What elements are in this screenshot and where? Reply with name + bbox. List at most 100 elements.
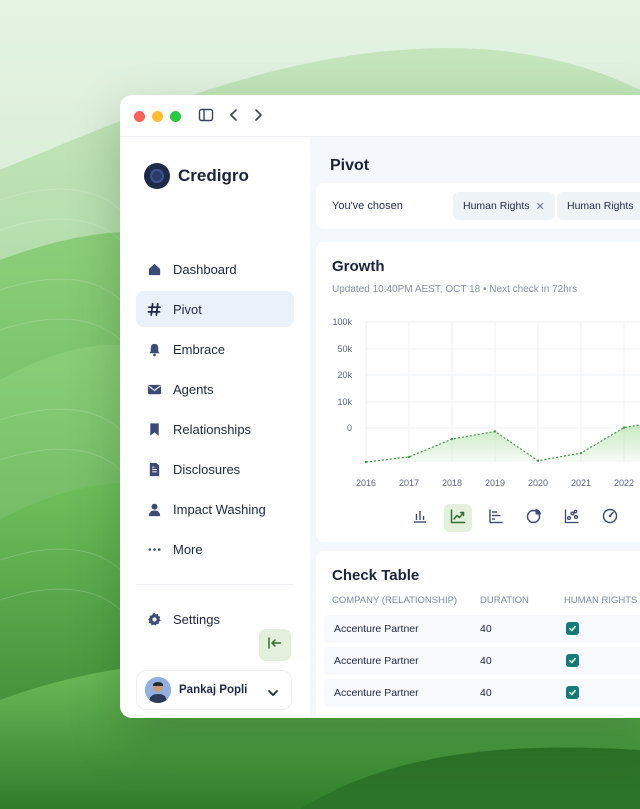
- sidebar-item-label: Settings: [173, 611, 220, 627]
- sidebar-nav: Dashboard Pivot Embrace Agents Relations…: [136, 251, 294, 571]
- horizontal-bar-button[interactable]: [482, 504, 510, 532]
- sidebar-item-label: Embrace: [173, 341, 226, 357]
- scatter-chart-icon: [564, 508, 580, 529]
- sidebar-toggle-icon[interactable]: [198, 107, 214, 128]
- filter-bar: You've chosen Human Rights ✕ Human Right…: [316, 183, 640, 229]
- data-point: [579, 451, 583, 455]
- trending-line-icon: [450, 508, 466, 529]
- column-header-human-rights[interactable]: HUMAN RIGHTS: [564, 595, 637, 606]
- series-area: [366, 424, 640, 462]
- growth-title: Growth: [332, 258, 385, 275]
- brand-logo-icon: [144, 163, 170, 189]
- table-row[interactable]: Accenture Partner 40: [324, 679, 640, 707]
- chip-label: Human Rights: [567, 200, 634, 212]
- sidebar-item-embrace[interactable]: Embrace: [136, 331, 294, 367]
- document-icon: [146, 461, 162, 477]
- sidebar-item-pivot[interactable]: Pivot: [136, 291, 294, 327]
- x-tick-label: 2019: [485, 478, 505, 488]
- mail-icon: [146, 381, 162, 397]
- column-header-company[interactable]: COMPANY (RELATIONSHIP): [332, 595, 457, 606]
- forward-arrow-icon[interactable]: [251, 107, 265, 128]
- title-bar: [120, 95, 640, 137]
- chart-type-switcher: [406, 504, 640, 532]
- line-chart-button[interactable]: [444, 504, 472, 532]
- pie-chart-icon: [526, 508, 542, 529]
- maximize-window-button[interactable]: [170, 111, 181, 122]
- close-window-button[interactable]: [134, 111, 145, 122]
- cell-company: Accenture Partner: [334, 655, 419, 667]
- collapse-sidebar-button[interactable]: [259, 629, 291, 661]
- human-rights-checkbox[interactable]: [566, 654, 579, 667]
- data-point: [536, 459, 540, 462]
- page-title: Pivot: [330, 157, 370, 174]
- main-content: Pivot You've chosen Human Rights ✕ Human…: [310, 137, 640, 718]
- cell-company: Accenture Partner: [334, 623, 419, 635]
- cell-duration: 40: [480, 655, 492, 667]
- y-tick-label: 10k: [337, 397, 352, 407]
- human-rights-checkbox[interactable]: [566, 622, 579, 635]
- sidebar-item-more[interactable]: More: [136, 531, 294, 567]
- sidebar-item-agents[interactable]: Agents: [136, 371, 294, 407]
- bookmark-icon: [146, 421, 162, 437]
- bar-chart-icon: [412, 508, 428, 529]
- scatter-chart-button[interactable]: [558, 504, 586, 532]
- sidebar-item-label: Disclosures: [173, 461, 241, 477]
- filter-chip[interactable]: Human Rights ✕: [557, 192, 640, 220]
- x-tick-label: 2016: [356, 478, 376, 488]
- growth-card: Growth Updated 10:40PM AEST, OCT 18 • Ne…: [316, 242, 640, 542]
- table-row[interactable]: Accenture Partner 40: [324, 615, 640, 643]
- x-tick-label: 2022: [614, 478, 634, 488]
- home-icon: [146, 261, 162, 277]
- filter-chip[interactable]: Human Rights ✕: [453, 192, 555, 220]
- filter-label: You've chosen: [332, 200, 403, 212]
- sidebar-item-impact-washing[interactable]: Impact Washing: [136, 491, 294, 527]
- avatar: [145, 677, 171, 703]
- column-header-duration[interactable]: DURATION: [480, 595, 529, 606]
- growth-subtitle: Updated 10:40PM AEST, OCT 18 • Next chec…: [332, 284, 578, 295]
- sidebar-item-label: Pivot: [173, 301, 202, 317]
- sidebar-item-dashboard[interactable]: Dashboard: [136, 251, 294, 287]
- cell-duration: 40: [480, 687, 492, 699]
- horizontal-bar-icon: [488, 508, 504, 529]
- sidebar: Credigro Dashboard Pivot Embrace Agents …: [120, 137, 310, 718]
- chevron-down-icon: [267, 684, 279, 702]
- person-icon: [146, 501, 162, 517]
- sidebar-item-label: Dashboard: [173, 261, 237, 277]
- pie-chart-button[interactable]: [520, 504, 548, 532]
- y-tick-label: 0: [347, 423, 352, 433]
- bar-chart-button[interactable]: [406, 504, 434, 532]
- hash-icon: [146, 301, 162, 317]
- remove-chip-icon[interactable]: ✕: [536, 200, 545, 213]
- human-rights-checkbox[interactable]: [566, 686, 579, 699]
- sidebar-item-disclosures[interactable]: Disclosures: [136, 451, 294, 487]
- minimize-window-button[interactable]: [152, 111, 163, 122]
- x-tick-label: 2021: [571, 478, 591, 488]
- checkmark-icon: [569, 689, 576, 696]
- brand[interactable]: Credigro: [144, 163, 249, 189]
- sidebar-item-label: Agents: [173, 381, 214, 397]
- table-title: Check Table: [332, 567, 420, 584]
- sidebar-divider: [136, 584, 294, 585]
- user-name: Pankaj Popli: [179, 684, 248, 696]
- brand-name: Credigro: [178, 166, 249, 185]
- growth-chart: 100k 50k 20k 10k 0 2016 2017 2018 2019 2020 2021 20…: [332, 317, 640, 488]
- chip-label: Human Rights: [463, 200, 530, 212]
- sidebar-item-label: More: [173, 541, 203, 557]
- data-point: [407, 455, 411, 459]
- gear-icon: [146, 611, 162, 627]
- back-arrow-icon[interactable]: [227, 107, 241, 128]
- y-tick-label: 100k: [332, 317, 352, 327]
- app-window: Credigro Dashboard Pivot Embrace Agents …: [120, 95, 640, 718]
- gauge-chart-button[interactable]: [596, 504, 624, 532]
- data-point: [450, 437, 454, 441]
- checkmark-icon: [569, 657, 576, 664]
- x-tick-label: 2017: [399, 478, 419, 488]
- data-point: [622, 426, 626, 429]
- table-row[interactable]: Accenture Partner 40: [324, 647, 640, 675]
- user-menu[interactable]: Pankaj Popli: [136, 670, 292, 710]
- sidebar-item-relationships[interactable]: Relationships: [136, 411, 294, 447]
- cell-company: Accenture Partner: [334, 687, 419, 699]
- sidebar-item-label: Relationships: [173, 421, 252, 437]
- collapse-arrow-icon: [267, 636, 283, 655]
- data-point: [493, 430, 497, 433]
